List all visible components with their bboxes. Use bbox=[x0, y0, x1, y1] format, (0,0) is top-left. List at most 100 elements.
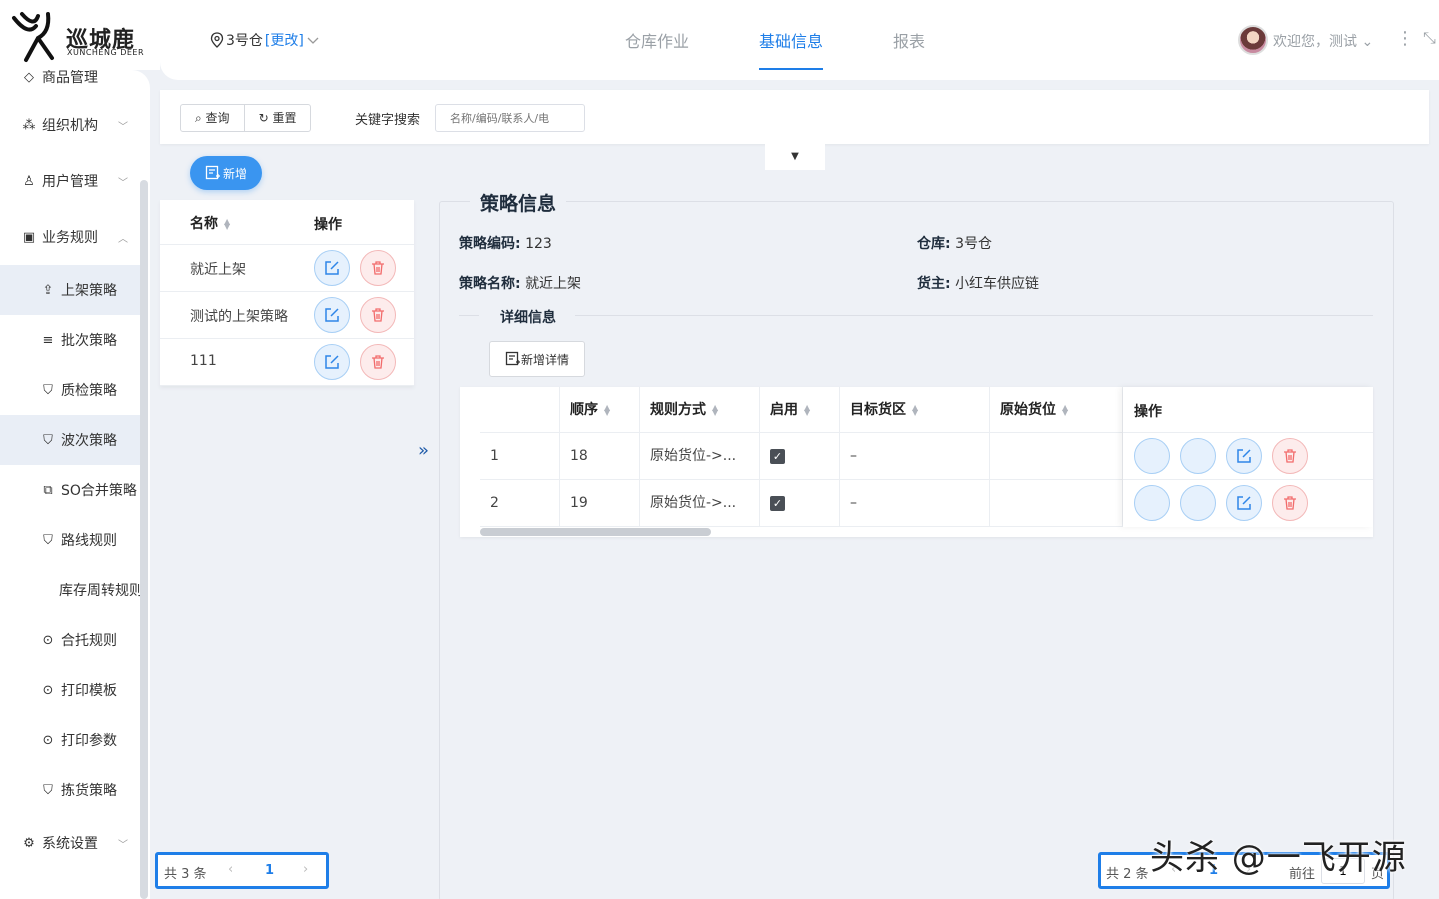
user-menu[interactable]: 欢迎您，测试 ⌄ bbox=[1273, 31, 1373, 51]
change-warehouse-link[interactable]: [更改] bbox=[265, 30, 304, 50]
tab-reports[interactable]: 报表 bbox=[893, 28, 925, 52]
col-target-header[interactable]: 目标货区 ▲ ▼ bbox=[840, 387, 990, 433]
cell-source bbox=[990, 433, 1123, 480]
chevron-down-icon: ﹀ bbox=[118, 177, 128, 189]
sidebar-item-route[interactable]: ⛉ 路线规则 bbox=[0, 515, 140, 565]
sidebar-item-label: 波次策略 bbox=[61, 433, 117, 449]
trash-icon bbox=[372, 355, 384, 369]
edit-button[interactable] bbox=[314, 344, 350, 380]
refresh-icon: ↻ bbox=[258, 111, 273, 125]
collapse-search-toggle[interactable]: ▼ bbox=[765, 144, 825, 170]
double-chevron-right-icon[interactable]: » bbox=[418, 440, 429, 461]
brand-name-en: XUNCHENG DEER bbox=[67, 48, 145, 57]
edit-button[interactable] bbox=[314, 297, 350, 333]
sort-icon[interactable]: ▲ ▼ bbox=[804, 404, 810, 417]
add-detail-button[interactable]: 新增详情 bbox=[489, 341, 585, 377]
tab-basic-info[interactable]: 基础信息 bbox=[759, 28, 823, 52]
user-icon: ♙ bbox=[23, 173, 35, 189]
col-rule-header[interactable]: 规则方式 ▲ ▼ bbox=[640, 387, 760, 433]
delete-button[interactable] bbox=[1272, 485, 1308, 521]
row-action-button[interactable] bbox=[1180, 485, 1216, 521]
sort-icon[interactable]: ▲ ▼ bbox=[224, 218, 230, 231]
list-item[interactable]: 就近上架 bbox=[160, 245, 414, 292]
trash-icon bbox=[372, 308, 384, 322]
row-action-button[interactable] bbox=[1134, 485, 1170, 521]
edit-icon bbox=[325, 308, 339, 322]
list-item[interactable]: 测试的上架策略 bbox=[160, 292, 414, 339]
sidebar-item-label: 合托规则 bbox=[61, 633, 117, 649]
sidebar-item-users[interactable]: ♙ 用户管理 ﹀ bbox=[0, 156, 140, 206]
sort-icon[interactable]: ▲ ▼ bbox=[604, 404, 610, 417]
keyword-search-input[interactable] bbox=[435, 104, 585, 132]
cell-target: – bbox=[840, 480, 990, 527]
sidebar: ◇ 商品管理 ⁂ 组织机构 ﹀ ♙ 用户管理 ﹀ ▣ 业务规则 ︿ ⇪ 上架策略 ≡ 批次策略 ⛉… bbox=[0, 70, 150, 899]
sidebar-scrollbar[interactable] bbox=[140, 180, 148, 899]
edit-button[interactable] bbox=[1226, 485, 1262, 521]
tab-warehouse-ops[interactable]: 仓库作业 bbox=[625, 28, 689, 52]
delete-button[interactable] bbox=[360, 344, 396, 380]
shield-icon: ⛉ bbox=[43, 532, 53, 548]
sidebar-item-settings[interactable]: ⚙ 系统设置 ﹀ bbox=[0, 818, 140, 868]
avatar[interactable] bbox=[1238, 25, 1268, 55]
delete-button[interactable] bbox=[360, 250, 396, 286]
sidebar-item-pallet[interactable]: ⊙ 合托规则 bbox=[0, 615, 140, 665]
sidebar-item-quality[interactable]: ⛉ 质检策略 bbox=[0, 365, 140, 415]
delete-button[interactable] bbox=[360, 297, 396, 333]
prev-page-icon[interactable]: ‹ bbox=[228, 862, 233, 877]
ops-column: 操作 bbox=[1123, 387, 1373, 527]
panel-title: 策略信息 bbox=[470, 189, 567, 216]
add-button[interactable]: 新增 bbox=[190, 156, 262, 190]
list-item[interactable]: 111 bbox=[160, 339, 414, 386]
page-number[interactable]: 1 bbox=[265, 863, 274, 878]
sort-icon[interactable]: ▲ ▼ bbox=[712, 404, 718, 417]
sidebar-item-business-rules[interactable]: ▣ 业务规则 ︿ bbox=[0, 212, 140, 262]
sidebar-item-label: 打印模板 bbox=[61, 683, 117, 699]
delete-button[interactable] bbox=[1272, 438, 1308, 474]
query-button[interactable]: ⌕ 查询 bbox=[181, 105, 244, 131]
trash-icon bbox=[1284, 449, 1296, 463]
strategy-list: 名称 ▲ ▼ 操作 就近上架 测试的上架策略 111 bbox=[160, 200, 414, 386]
sidebar-item-wave[interactable]: ⛉ 波次策略 bbox=[0, 415, 140, 465]
sidebar-item-label: 打印参数 bbox=[61, 733, 117, 749]
sidebar-item-batch[interactable]: ≡ 批次策略 bbox=[0, 315, 140, 365]
sort-icon[interactable]: ▲ ▼ bbox=[1062, 404, 1068, 417]
edit-icon bbox=[1237, 449, 1251, 463]
detail-section-label: 详细信息 bbox=[500, 310, 556, 326]
sidebar-item-putaway[interactable]: ⇪ 上架策略 bbox=[0, 265, 140, 315]
sidebar-item-turnover[interactable]: 库存周转规则 bbox=[0, 565, 143, 615]
col-name-header[interactable]: 名称 ▲ ▼ bbox=[190, 213, 230, 233]
sidebar-item-goods[interactable]: ◇ 商品管理 bbox=[0, 70, 140, 102]
fullscreen-icon[interactable]: ⤡ bbox=[1423, 28, 1436, 48]
row-action-button[interactable] bbox=[1180, 438, 1216, 474]
col-ops-header: 操作 bbox=[314, 217, 342, 233]
table-horizontal-scrollbar[interactable] bbox=[480, 528, 711, 536]
sidebar-item-print-params[interactable]: ⊙ 打印参数 bbox=[0, 715, 140, 765]
sidebar-item-so-merge[interactable]: ⧉ SO合并策略 bbox=[0, 465, 140, 515]
warehouse-selector[interactable]: 3号仓 [更改] bbox=[210, 30, 320, 50]
edit-button[interactable] bbox=[1226, 438, 1262, 474]
sidebar-item-print-template[interactable]: ⊙ 打印模板 bbox=[0, 665, 140, 715]
col-source-header[interactable]: 原始货位 ▲ ▼ bbox=[990, 387, 1123, 433]
reset-button[interactable]: ↻ 重置 bbox=[243, 105, 311, 131]
strategy-owner: 货主: 小红车供应链 bbox=[917, 276, 1040, 292]
sidebar-item-label: 商品管理 bbox=[42, 70, 98, 86]
more-vertical-icon[interactable]: ⋮ bbox=[1396, 28, 1414, 49]
copy-icon: ⧉ bbox=[43, 482, 53, 498]
sidebar-item-org[interactable]: ⁂ 组织机构 ﹀ bbox=[0, 100, 140, 150]
edit-button[interactable] bbox=[314, 250, 350, 286]
pagination-total: 共 3 条 bbox=[164, 867, 207, 882]
caret-down-icon: ▼ bbox=[791, 151, 799, 162]
next-page-icon[interactable]: › bbox=[303, 862, 308, 877]
row-action-button[interactable] bbox=[1134, 438, 1170, 474]
col-order-header[interactable]: 顺序 ▲ ▼ bbox=[560, 387, 640, 433]
col-enabled-header[interactable]: 启用 ▲ ▼ bbox=[760, 387, 840, 433]
enabled-checkbox[interactable]: ✓ bbox=[770, 448, 785, 464]
sort-icon[interactable]: ▲ ▼ bbox=[912, 404, 918, 417]
trash-icon bbox=[372, 261, 384, 275]
keyword-label: 关键字搜索 bbox=[355, 113, 421, 128]
upload-icon: ⇪ bbox=[42, 282, 54, 298]
sidebar-item-picking[interactable]: ⛉ 拣货策略 bbox=[0, 765, 140, 815]
location-pin-icon bbox=[210, 32, 224, 48]
enabled-checkbox[interactable]: ✓ bbox=[770, 495, 785, 511]
cell-enabled: ✓ bbox=[760, 433, 840, 480]
